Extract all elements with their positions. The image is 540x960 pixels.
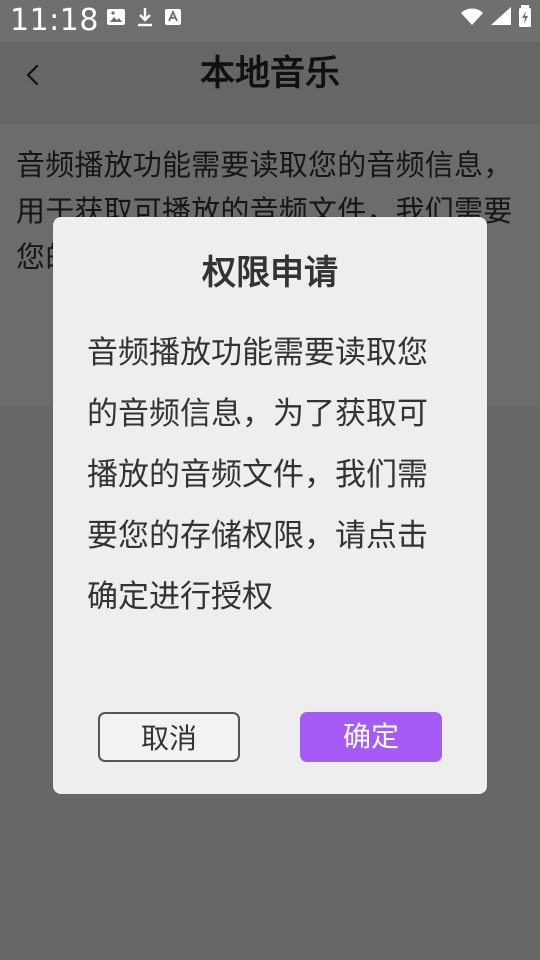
page-title: 本地音乐 — [199, 54, 340, 94]
dialog-buttons: 取消 确定 — [98, 712, 442, 764]
status-left-icons — [106, 8, 182, 30]
status-right-icons — [460, 4, 532, 32]
permission-dialog: 权限申请 音频播放功能需要读取您的音频信息，为了获取可播放的音频文件，我们需要您… — [53, 217, 487, 794]
battery-icon — [518, 4, 532, 32]
cancel-button[interactable]: 取消 — [98, 712, 240, 762]
status-time: 11:18 — [10, 3, 99, 38]
download-icon — [136, 7, 154, 31]
status-bar: 11:18 — [0, 0, 540, 42]
dialog-message: 音频播放功能需要读取您的音频信息，为了获取可播放的音频文件，我们需要您的存储权限… — [87, 335, 428, 615]
screen: 11:18 本地音乐 音频播放功能需要读取您的音频信息，用于获取可播放的音频文件… — [0, 0, 540, 960]
confirm-button[interactable]: 确定 — [300, 712, 442, 762]
image-icon — [106, 8, 126, 30]
app-icon — [164, 8, 182, 30]
signal-icon — [490, 6, 512, 30]
top-app-bar: 本地音乐 — [0, 42, 540, 124]
wifi-icon — [460, 6, 484, 30]
dialog-title: 权限申请 — [202, 253, 338, 293]
